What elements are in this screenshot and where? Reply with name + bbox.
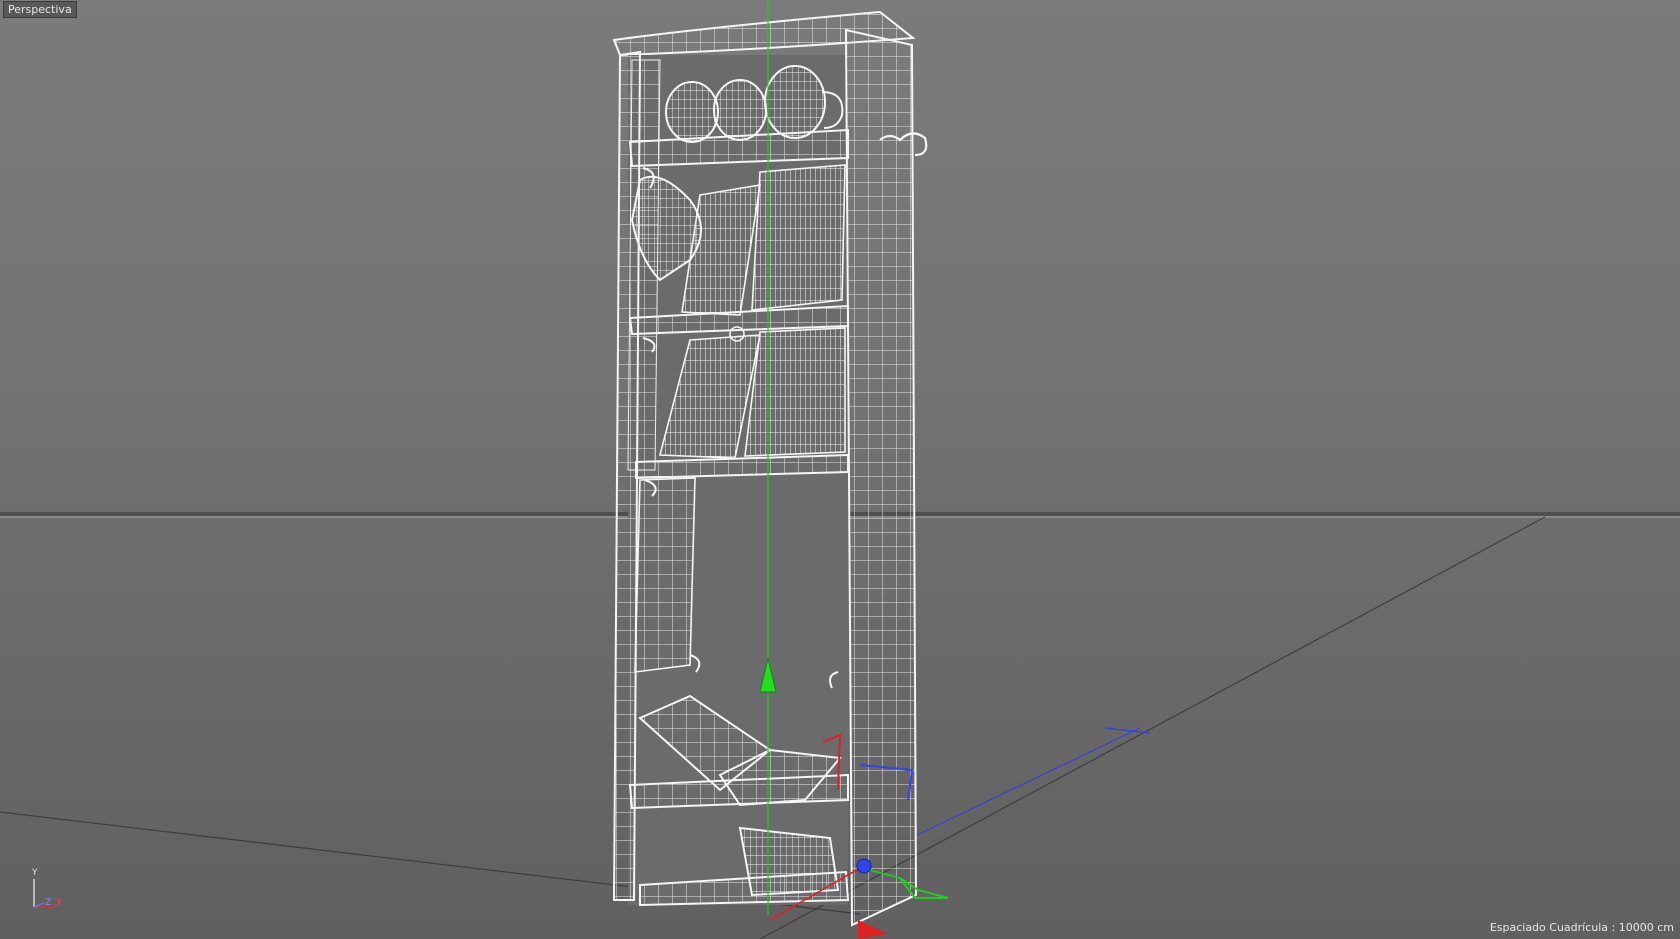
world-axis-gizmo: Y Z X (24, 867, 74, 917)
3d-viewport[interactable]: Perspectiva Y Z X Espaciado Cuadrícula :… (0, 0, 1680, 939)
axis-z-label: Z (45, 898, 52, 908)
viewport-scene[interactable] (0, 0, 1680, 939)
grid-spacing-status: Espaciado Cuadrícula : 10000 cm (1489, 921, 1674, 934)
axis-x-label: X (56, 898, 63, 908)
axis-y-label: Y (32, 868, 38, 878)
books-shelf-3 (658, 326, 846, 459)
bookshelf-wireframe[interactable] (612, 10, 928, 927)
paper-stack (738, 826, 840, 897)
view-name-label[interactable]: Perspectiva (3, 1, 77, 18)
